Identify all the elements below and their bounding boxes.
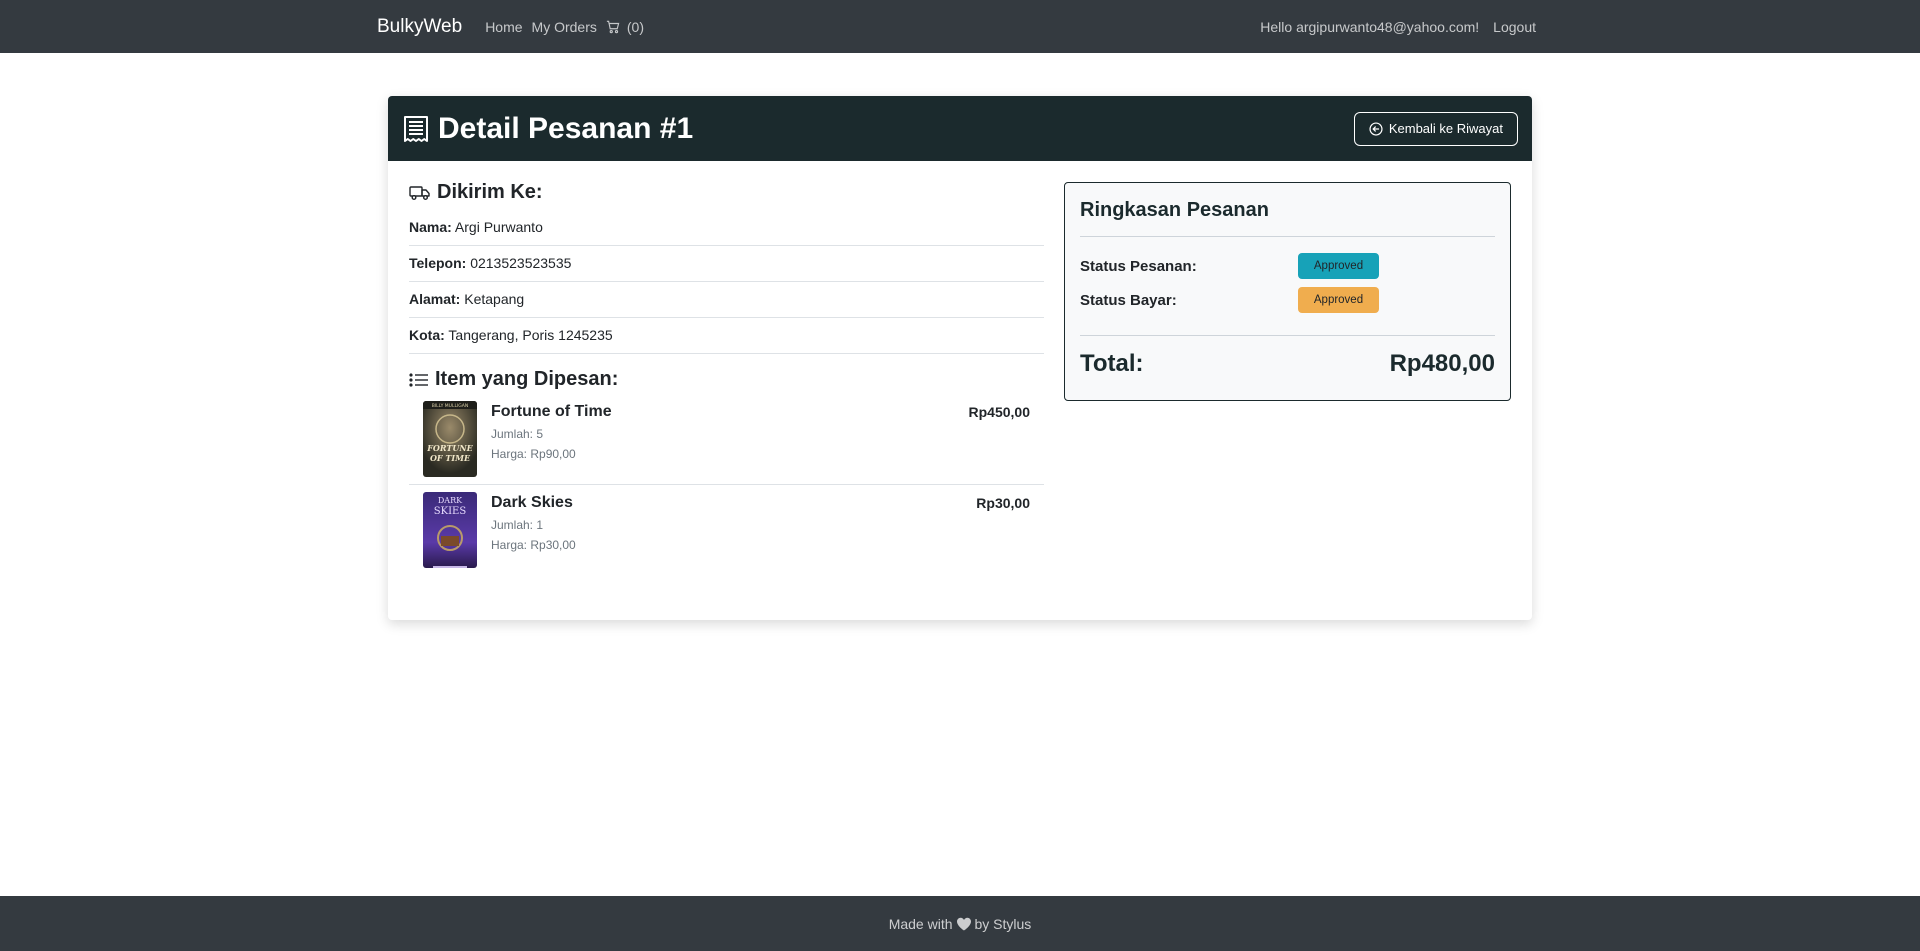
cover-author: BILLY MULLIGAN — [432, 403, 468, 409]
footer: Made with by Stylus — [0, 896, 1920, 951]
back-to-history-button[interactable]: Kembali ke Riwayat — [1353, 111, 1518, 146]
cart-icon — [606, 20, 620, 33]
summary-title: Ringkasan Pesanan — [1080, 199, 1495, 237]
order-status-badge: Approved — [1298, 253, 1379, 279]
receipt-icon — [404, 115, 428, 142]
list-icon — [409, 372, 428, 387]
nav-link-cart[interactable]: (0) — [606, 19, 644, 35]
footer-prefix: Made with — [888, 915, 953, 932]
svg-text:SKIES: SKIES — [434, 506, 467, 517]
shipping-name-row: Nama: Argi Purwanto — [409, 210, 1044, 246]
payment-status-row: Status Bayar: Approved — [1080, 287, 1495, 313]
truck-icon — [409, 185, 430, 200]
item-total-price: Rp450,00 — [968, 404, 1030, 420]
svg-text:OF TIME: OF TIME — [430, 453, 471, 463]
cart-count: (0) — [626, 18, 645, 35]
shipping-title-text: Dikirim Ke: — [437, 181, 543, 203]
order-status-row: Status Pesanan: Approved — [1080, 253, 1495, 279]
shipping-city-row: Kota: Tangerang, Poris 1245235 — [409, 318, 1044, 354]
item-quantity: Jumlah: 1 — [491, 518, 544, 532]
svg-text:DARK: DARK — [438, 496, 463, 505]
total-label: Total: — [1080, 350, 1144, 377]
page-title-text: Detail Pesanan #1 — [438, 111, 694, 145]
order-detail-card: Detail Pesanan #1 Kembali ke Riwayat Dik… — [388, 96, 1532, 620]
shipping-phone-label: Telepon: — [409, 255, 467, 271]
back-button-label: Kembali ke Riwayat — [1388, 121, 1503, 136]
item-name: Fortune of Time — [491, 403, 612, 420]
book-cover-image: DARK SKIES — [423, 492, 477, 568]
shipping-city-value: Tangerang, Poris 1245235 — [448, 327, 613, 343]
total-value: Rp480,00 — [1389, 350, 1495, 377]
shipping-city-label: Kota: — [409, 327, 445, 343]
brand-link[interactable]: BulkyWeb — [377, 16, 462, 38]
item-unit-price: Harga: Rp90,00 — [491, 447, 576, 461]
item-unit-price: Harga: Rp30,00 — [491, 538, 576, 552]
arrow-left-circle-icon — [1369, 121, 1383, 136]
shipping-name-value: Argi Purwanto — [454, 219, 543, 235]
items-title-text: Item yang Dipesan: — [435, 368, 619, 390]
nav-link-my-orders[interactable]: My Orders — [532, 19, 597, 35]
summary-total-row: Total: Rp480,00 — [1080, 335, 1495, 378]
shipping-name-label: Nama: — [409, 219, 452, 235]
page-title: Detail Pesanan #1 — [402, 112, 693, 146]
item-quantity: Jumlah: 5 — [491, 427, 544, 441]
card-body: Dikirim Ke: Nama: Argi Purwanto Telepon:… — [388, 161, 1532, 620]
shipping-address-value: Ketapang — [464, 291, 525, 307]
navbar-right: Hello argipurwanto48@yahoo.com! Logout — [1246, 19, 1536, 35]
item-total-price: Rp30,00 — [976, 495, 1030, 511]
heart-icon — [956, 917, 971, 930]
item-info: Dark Skies Jumlah: 1 Harga: Rp30,00 — [491, 492, 1030, 568]
item-info: Fortune of Time Jumlah: 5 Harga: Rp90,00 — [491, 401, 1030, 477]
shipping-phone-value: 0213523523535 — [470, 255, 572, 271]
svg-text:FORTUNE: FORTUNE — [426, 443, 473, 453]
left-column: Dikirim Ke: Nama: Argi Purwanto Telepon:… — [409, 181, 1044, 575]
item-name: Dark Skies — [491, 494, 573, 511]
shipping-phone-row: Telepon: 0213523523535 — [409, 246, 1044, 282]
navbar-inner: BulkyWeb Home My Orders (0) Hello argipu… — [377, 0, 1536, 53]
navbar: BulkyWeb Home My Orders (0) Hello argipu… — [0, 0, 1920, 53]
order-item: DARK SKIES Dark Skies Jumlah: 1 Harga: R… — [409, 484, 1044, 575]
card-header: Detail Pesanan #1 Kembali ke Riwayat — [388, 96, 1532, 161]
logout-link[interactable]: Logout — [1493, 19, 1536, 35]
shipping-address-label: Alamat: — [409, 291, 461, 307]
order-status-label: Status Pesanan: — [1080, 257, 1197, 275]
book-cover-image: BILLY MULLIGAN FORTUNE OF TIME — [423, 401, 477, 477]
nav-link-home[interactable]: Home — [485, 19, 522, 35]
order-item: BILLY MULLIGAN FORTUNE OF TIME Fortune o… — [409, 401, 1044, 484]
payment-status-label: Status Bayar: — [1080, 291, 1177, 309]
shipping-address-row: Alamat: Ketapang — [409, 282, 1044, 318]
payment-status-badge: Approved — [1298, 287, 1379, 313]
user-greeting-link[interactable]: Hello argipurwanto48@yahoo.com! — [1260, 19, 1479, 35]
footer-suffix: by Stylus — [974, 915, 1032, 932]
items-section-title: Item yang Dipesan: — [409, 368, 1044, 391]
shipping-section-title: Dikirim Ke: — [409, 181, 1044, 204]
order-summary-box: Ringkasan Pesanan Status Pesanan: Approv… — [1064, 182, 1511, 401]
